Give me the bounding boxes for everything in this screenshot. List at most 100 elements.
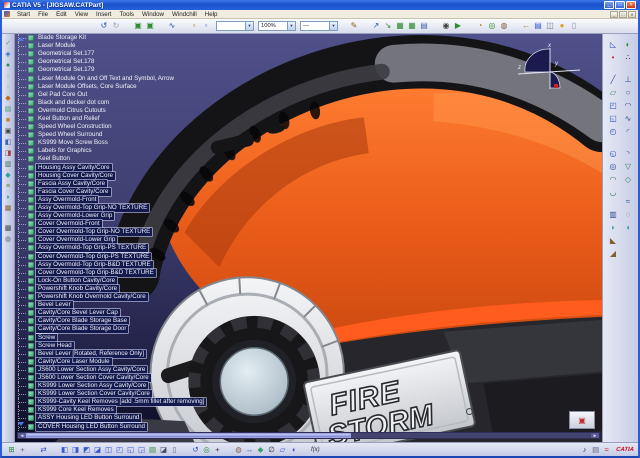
tree-node[interactable]: KS999-Cavity Keel Removes [add .5mm fill… [18, 398, 206, 406]
chamfer-icon[interactable]: ◣ [608, 236, 618, 246]
macro-icon[interactable]: ▶ [452, 20, 464, 32]
tree-node-icon[interactable] [28, 343, 34, 349]
manipulate-icon[interactable]: ↔ [244, 444, 255, 455]
combo-dropdown-button[interactable]: ▼ [245, 22, 253, 30]
surface-icon[interactable]: ◗ [4, 193, 13, 202]
measure-icon[interactable]: ∅ [266, 444, 277, 455]
horizontal-scrollbar[interactable]: ◄ ► [17, 432, 600, 439]
ghost-tool-2-icon[interactable]: ▫ [4, 83, 13, 92]
tree-node-icon[interactable] [28, 424, 34, 430]
tree-node-icon[interactable] [28, 156, 34, 162]
tree-node-icon[interactable] [28, 407, 34, 413]
swoosh-icon[interactable]: ≈ [601, 444, 612, 455]
tree-node[interactable]: Assy Overmold-Top Grip-B&D TEXTURE [18, 261, 206, 269]
tree-node-label[interactable]: Bevel Lever [36, 301, 73, 309]
slot-icon[interactable]: ◡ [608, 188, 618, 198]
page-help-icon[interactable]: ▯ [169, 444, 180, 455]
iso-view-icon[interactable]: ◧ [59, 444, 70, 455]
report-icon[interactable]: ▤ [590, 444, 601, 455]
menu-windchill[interactable]: Windchill [168, 11, 201, 18]
tree-node[interactable]: Speed Wheel Surround [18, 131, 206, 139]
minimize-button[interactable]: _ [604, 1, 614, 9]
new-window-icon[interactable]: ▫ [188, 20, 200, 32]
tree-node-icon[interactable] [28, 43, 34, 49]
tree-node[interactable]: Cavity/Core Bevel Lever Cap [18, 309, 206, 317]
plane-icon[interactable]: ▱ [608, 88, 618, 98]
tree-node[interactable]: Blade Storage Kit [18, 34, 206, 42]
toolbox-icon[interactable]: ▦ [4, 204, 13, 213]
verify-check-icon[interactable]: ✓ [4, 39, 13, 48]
tree-node-label[interactable]: Cavity/Core Laser Module [36, 358, 112, 366]
tree-node-label[interactable]: Assy Overmold-Top Grip-NO TEXTURE [36, 204, 149, 212]
multi-view-icon[interactable]: ▦ [394, 20, 406, 32]
offset-icon[interactable]: ≈ [623, 197, 633, 207]
constraint-icon[interactable]: ⊥ [623, 75, 633, 85]
tree-node[interactable]: Speed Wheel Construction [18, 123, 206, 131]
extrude-icon[interactable]: ◰ [608, 101, 618, 111]
tree-node-icon[interactable] [28, 383, 34, 389]
menu-insert[interactable]: Insert [92, 11, 115, 18]
tree-node[interactable]: ASSY Housing LED Button Surround [18, 414, 206, 422]
axis-system-icon[interactable]: + [17, 444, 28, 455]
back-view-icon[interactable]: ◩ [81, 444, 92, 455]
tree-node-icon[interactable] [28, 399, 34, 405]
tree-scroll-up-marker[interactable] [18, 37, 24, 41]
tree-node-label[interactable]: Housing Assy Cavity/Core [36, 164, 112, 172]
globe-icon[interactable]: ● [4, 61, 13, 70]
cube-icon[interactable]: ◆ [4, 171, 13, 180]
tree-node-label[interactable]: Blade Storage Kit [36, 34, 88, 42]
tree-node-label[interactable]: Assy Overmold-Front [36, 196, 98, 204]
update-all-icon[interactable]: ⊞ [6, 444, 17, 455]
tree-node-icon[interactable] [28, 286, 34, 292]
tree-node-icon[interactable] [28, 237, 34, 243]
linetype-combo[interactable]: —▼ [300, 21, 338, 31]
opacity-combo[interactable]: 100%▼ [258, 21, 296, 31]
tree-node-icon[interactable] [28, 148, 34, 154]
scrollbar-thumb[interactable] [26, 433, 351, 438]
search-icon[interactable]: ◉ [440, 20, 452, 32]
tree-node-icon[interactable] [28, 165, 34, 171]
circle-icon[interactable]: ○ [623, 88, 633, 98]
intersect-icon[interactable]: ◇ [623, 175, 633, 185]
tree-node-icon[interactable] [28, 92, 34, 98]
sketcher-icon[interactable]: ◺ [608, 40, 618, 50]
tree-node-label[interactable]: Assy Overmold-Top Grip-PS TEXTURE [36, 244, 148, 252]
tree-node-icon[interactable] [28, 108, 34, 114]
tree-node-label[interactable]: Fascia Cover Cavity/Core [36, 188, 111, 196]
stack-icon[interactable]: ≡ [4, 182, 13, 191]
print-icon[interactable]: ◫ [544, 20, 556, 32]
tree-node-icon[interactable] [28, 229, 34, 235]
tree-node-icon[interactable] [28, 359, 34, 365]
snap-icon[interactable]: ◆ [255, 444, 266, 455]
connect-curve-icon[interactable]: ◝ [623, 149, 633, 159]
tree-node-label[interactable]: JS600 Lower Section Cover Cavity/Core [36, 374, 151, 382]
tree-node-label[interactable]: Bevel Lever [Rotated, Reference Only] [36, 350, 146, 358]
tree-node-label[interactable]: Geometrical Set.177 [36, 50, 96, 58]
tree-node[interactable]: Fascia Cover Cavity/Core [18, 188, 206, 196]
loft-icon[interactable]: ◗ [608, 223, 618, 233]
gear-icon[interactable]: ◍ [4, 235, 13, 244]
viewport-3d[interactable]: FIRE STORM x y z Blade St [15, 34, 602, 442]
tree-node[interactable]: Housing Cover Cavity/Core [18, 172, 206, 180]
tree-node-icon[interactable] [28, 245, 34, 251]
tree-node-icon[interactable] [28, 294, 34, 300]
tree-node-label[interactable]: Gel Pad Core Out [36, 91, 89, 99]
back-arrow-icon[interactable]: ← [520, 20, 532, 32]
tree-node-label[interactable]: Laser Module On and Off Text and Symbol,… [36, 75, 176, 83]
tree-node-icon[interactable] [28, 51, 34, 57]
close-button[interactable]: ✕ [626, 1, 636, 9]
help-icon[interactable]: ● [556, 20, 568, 32]
tree-node[interactable]: Laser Module Offsets, Core Surface [18, 83, 206, 91]
right-view-icon[interactable]: ◫ [103, 444, 114, 455]
bottom-view-icon[interactable]: ◱ [125, 444, 136, 455]
scroll-left-arrow[interactable]: ◄ [18, 433, 26, 438]
tree-node-label[interactable]: Cover Overmold-Top Grip-NO TEXTURE [36, 228, 152, 236]
combo-dropdown-button[interactable]: ▼ [287, 22, 295, 30]
left-view-icon[interactable]: ◪ [92, 444, 103, 455]
apply-material-icon[interactable]: ◍ [233, 444, 244, 455]
tree-node-icon[interactable] [28, 318, 34, 324]
render-style-icon[interactable]: ◪ [158, 444, 169, 455]
hole-icon[interactable]: ◎ [608, 162, 618, 172]
menu-file[interactable]: File [34, 11, 52, 18]
tree-node-icon[interactable] [28, 262, 34, 268]
